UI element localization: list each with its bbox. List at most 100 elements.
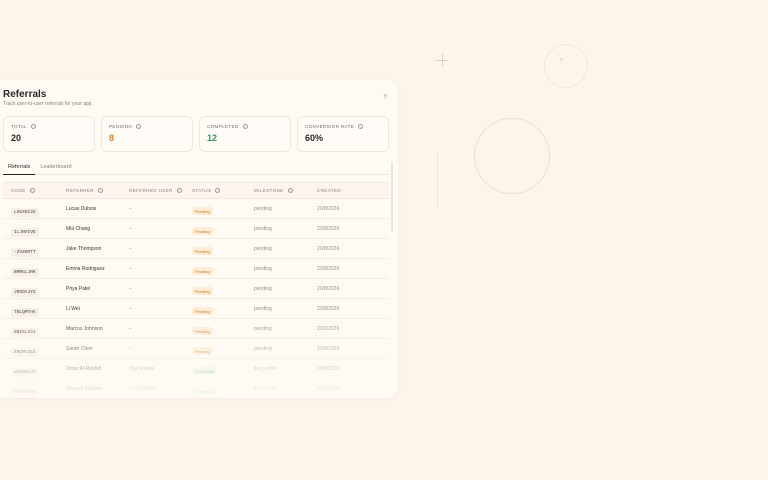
column-header-referrer: REFERRER [66, 188, 94, 193]
table-header: CODE i REFERRER i REFERRED USER i STATUS i M… [3, 182, 389, 199]
created-date: 2/28/2026 [317, 225, 340, 232]
referrer-name: Lucas Dubois [66, 205, 97, 212]
stat-card-conversion: CONVERSION RATE i 60% [297, 116, 389, 152]
milestone: pending [254, 345, 272, 352]
status-badge: Completed [192, 387, 218, 395]
info-icon[interactable]: i [358, 124, 364, 129]
column-header-status: STATUS [192, 188, 212, 193]
info-icon[interactable]: i [136, 124, 142, 129]
stat-label: COMPLETED [207, 124, 239, 129]
info-icon[interactable]: i [242, 124, 248, 129]
status-badge: Pending [192, 347, 213, 355]
referred-user: Zoe Adams [129, 365, 155, 372]
status-badge: Pending [192, 267, 213, 275]
table-row[interactable]: ILJNVIVE Mia Chang – Pending pending 2/28/202… [3, 219, 389, 239]
created-date: 2/28/2026 [317, 305, 340, 312]
created-date: 2/28/2026 [317, 265, 340, 272]
status-badge: Pending [192, 247, 213, 255]
info-icon[interactable]: i [215, 188, 221, 193]
referrer-name: Marcus Johnson [66, 325, 103, 332]
status-badge: Pending [192, 227, 213, 235]
table-row[interactable]: WSVWIGJI Omar Al-Rashid Zoe Adams Completed… [3, 359, 389, 379]
status-badge: Pending [192, 327, 213, 335]
referrer-name: Emma Rodriguez [66, 265, 105, 272]
info-icon[interactable]: i [97, 188, 103, 193]
stats-row: TOTAL i 20 PENDING i 8 COMPLETED i 12 CONVE… [3, 116, 389, 152]
decor-plus-horizontal [436, 60, 448, 61]
referrer-name: Hannah Fischer [66, 385, 102, 392]
help-button[interactable]: ? [378, 91, 392, 105]
stat-card-completed: COMPLETED i 12 [199, 116, 291, 152]
referrer-name: Omar Al-Rashid [66, 365, 102, 372]
stat-label: CONVERSION RATE [305, 124, 355, 129]
referred-user: – [129, 305, 132, 312]
status-badge: Pending [192, 207, 213, 215]
decor-line [437, 152, 438, 208]
table-row[interactable]: -ZVZKMTT Jake Thompson – Pending pending 2/28… [3, 239, 389, 259]
referred-user: – [129, 205, 132, 212]
decor-circle-small [544, 44, 588, 88]
stat-label: TOTAL [11, 124, 28, 129]
stat-value-pending: 8 [109, 133, 115, 143]
stat-card-pending: PENDING i 8 [101, 116, 193, 152]
referral-code: XKCPLIEI [11, 347, 39, 357]
referrer-name: Li Wei [66, 305, 80, 312]
column-header-milestone: MILESTONE [254, 188, 284, 193]
decor-dot [560, 58, 563, 61]
table-row[interactable]: BBIKLIGI Marcus Johnson – Pending pending 2/2… [3, 319, 389, 339]
milestone: first_order [254, 365, 277, 372]
milestone: pending [254, 245, 272, 252]
referral-code: WSVWIGJI [11, 367, 39, 377]
table-row[interactable]: L5GXKI26 Lucas Dubois – Pending pending 2/28/… [3, 199, 389, 219]
table-row[interactable]: BMRGLJRK Emma Rodriguez – Pending pending 2/2… [3, 259, 389, 279]
column-header-referred-user: REFERRED USER [129, 188, 173, 193]
status-badge: Pending [192, 307, 213, 315]
referrals-panel: Referrals Track user-to-user referrals f… [0, 80, 398, 398]
referrer-name: Priya Patel [66, 285, 91, 292]
milestone: pending [254, 305, 272, 312]
referrer-name: Jake Thompson [66, 245, 102, 252]
referral-code: IFDUJKHH [11, 387, 39, 397]
status-badge: Completed [192, 367, 218, 375]
referred-user: – [129, 245, 132, 252]
referred-user: – [129, 285, 132, 292]
tab-bar: Referrals Leaderboard [3, 161, 389, 175]
referral-code: BBIKLIGI [11, 327, 39, 337]
referral-code: TBLQMTHA [11, 307, 39, 317]
table-row[interactable]: JRSDAJYS Priya Patel – Pending pending 2/28/2… [3, 279, 389, 299]
table-row[interactable]: TBLQMTHA Li Wei – Pending pending 2/28/2026 [3, 299, 389, 319]
referred-user: – [129, 345, 132, 352]
stat-label: PENDING [109, 124, 133, 129]
table-row[interactable]: XKCPLIEI Sarah Chen – Pending pending 2/28/20… [3, 339, 389, 359]
milestone: pending [254, 325, 272, 332]
stat-value-conversion: 60% [305, 133, 324, 143]
info-icon[interactable]: i [176, 188, 182, 193]
tab-leaderboard[interactable]: Leaderboard [35, 161, 76, 175]
stat-value-completed: 12 [207, 133, 218, 143]
milestone: first_order [254, 385, 277, 392]
referred-user: – [129, 265, 132, 272]
table-row[interactable]: IFDUJKHH Hannah Fischer Noa Mueller Complet… [3, 379, 389, 398]
decor-plus-vertical [442, 54, 443, 66]
created-date: 2/28/2026 [317, 385, 340, 392]
created-date: 2/28/2026 [317, 365, 340, 372]
info-icon[interactable]: i [287, 188, 293, 193]
created-date: 2/28/2026 [317, 285, 340, 292]
scrollbar[interactable] [391, 162, 393, 232]
stat-card-total: TOTAL i 20 [3, 116, 95, 152]
referred-user: Noa Mueller [129, 385, 156, 392]
column-header-code: CODE [11, 188, 26, 193]
decor-circle [474, 118, 550, 194]
milestone: pending [254, 265, 272, 272]
created-date: 2/28/2026 [317, 345, 340, 352]
tab-referrals[interactable]: Referrals [3, 161, 36, 175]
referral-code: JRSDAJYS [11, 287, 39, 297]
referral-code: -ZVZKMTT [11, 247, 39, 257]
referrer-name: Mia Chang [66, 225, 91, 232]
referral-code: ILJNVIVE [11, 227, 39, 237]
status-badge: Pending [192, 287, 213, 295]
milestone: pending [254, 285, 272, 292]
info-icon[interactable]: i [31, 124, 37, 129]
referrals-table: CODE i REFERRER i REFERRED USER i STATUS i M… [3, 182, 389, 398]
info-icon[interactable]: i [29, 188, 35, 193]
